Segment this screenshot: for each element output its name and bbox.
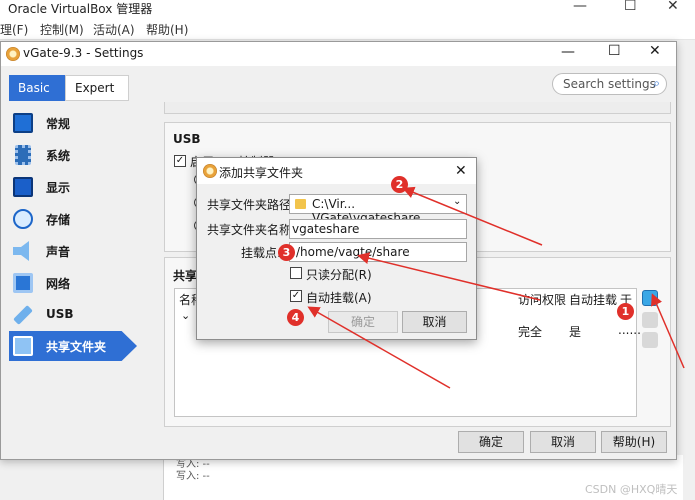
annotation-arrow xyxy=(651,293,685,369)
annotation-badge: 3 xyxy=(278,244,295,261)
annotation-arrow xyxy=(307,306,451,389)
annotation-arrows xyxy=(307,186,685,389)
watermark-text: CSDN @HXQ晴天 xyxy=(585,483,678,496)
annotation-arrow xyxy=(357,252,541,301)
annotation-badge: 2 xyxy=(391,176,408,193)
annotation-badge: 4 xyxy=(287,309,304,326)
annotation-arrow xyxy=(402,186,543,246)
annotation-badge: 1 xyxy=(617,303,634,320)
